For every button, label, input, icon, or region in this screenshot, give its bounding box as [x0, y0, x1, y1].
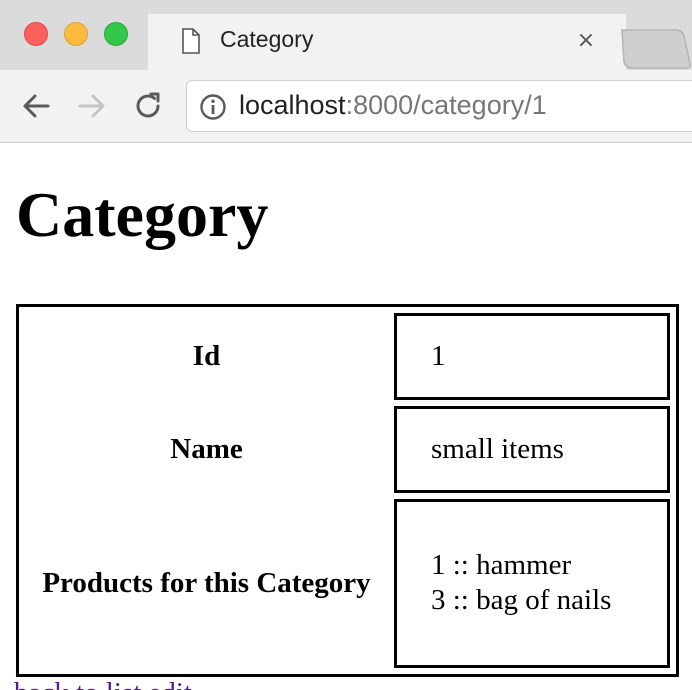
table-row-products: Products for this Category 1 :: hammer 3…	[25, 498, 670, 668]
page-title: Category	[16, 179, 269, 250]
tab-title: Category	[220, 26, 314, 52]
info-icon[interactable]	[199, 93, 227, 121]
minimize-window-button[interactable]	[64, 22, 88, 46]
name-label: Name	[170, 432, 243, 465]
name-value: small items	[394, 405, 670, 493]
address-bar[interactable]: localhost:8000/category/1	[186, 80, 692, 132]
id-label: Id	[192, 339, 221, 372]
table-row-name: Name small items	[25, 405, 670, 493]
id-value: 1	[394, 313, 670, 400]
reload-icon[interactable]	[132, 90, 164, 122]
forward-arrow-icon[interactable]	[76, 90, 108, 122]
product-item: 1 :: hammer	[431, 549, 572, 582]
url-host: localhost	[239, 90, 346, 120]
close-window-button[interactable]	[24, 22, 48, 46]
tab-close-icon[interactable]: ×	[572, 27, 600, 55]
url-text[interactable]: localhost:8000/category/1	[239, 90, 547, 121]
new-tab-button[interactable]	[620, 28, 692, 70]
back-arrow-icon[interactable]	[20, 90, 52, 122]
browser-tab-strip: Category ×	[0, 0, 692, 70]
table-row-id: Id 1	[25, 313, 670, 400]
products-label: Products for this Category	[42, 566, 371, 599]
products-list: 1 :: hammer 3 :: bag of nails	[394, 498, 670, 668]
document-icon	[182, 28, 200, 54]
product-item: 3 :: bag of nails	[431, 584, 612, 617]
maximize-window-button[interactable]	[104, 22, 128, 46]
browser-tab-active[interactable]: Category ×	[148, 14, 626, 70]
url-path: :8000/category/1	[345, 90, 547, 120]
footer-links[interactable]: back to list edit	[14, 677, 192, 690]
browser-toolbar: localhost:8000/category/1	[0, 70, 692, 143]
category-detail-table: Id 1 Name small items Products for this …	[16, 304, 679, 677]
page-content: Category Id 1 Name small items Products …	[0, 143, 692, 690]
